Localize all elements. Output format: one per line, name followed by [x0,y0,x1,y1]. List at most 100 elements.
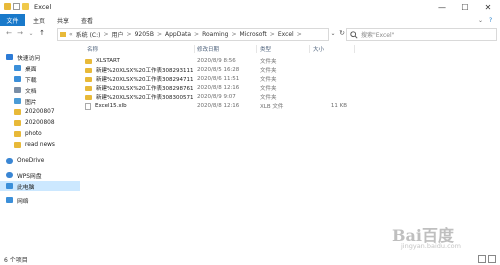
sidebar-item-onedrive[interactable]: OneDrive [0,156,80,166]
breadcrumb-separator[interactable]: > [127,31,132,38]
sidebar-item-20200808[interactable]: 20200808 [0,118,88,128]
minimize-button[interactable]: — [431,0,453,14]
picture-icon [14,98,21,104]
column-header-name[interactable]: 名称 [87,44,98,54]
sidebar-item-network[interactable]: 网络 [0,195,80,205]
folder-icon [60,32,66,37]
folder-icon [85,94,92,100]
file-name: 新建%20XLSX%20工作表30829876124... [96,86,193,92]
file-name-cell[interactable]: 新建%20XLSX%20工作表30829876124... [85,84,193,92]
expand-ribbon-button[interactable]: ⌄ [478,14,483,26]
navigation-pane: 快速访问 桌面 下载 文档 图片 20200807 20200808 photo… [0,42,80,252]
large-icons-view-button[interactable] [488,255,496,263]
sidebar-item-wps-drive[interactable]: WPS网盘 [0,170,80,180]
watermark-url: jingyan.baidu.com [401,242,461,250]
search-icon [350,30,358,39]
up-button[interactable]: ↑ [37,28,47,38]
breadcrumb-microsoft[interactable]: Microsoft [239,31,266,38]
desktop-icon [14,65,21,71]
breadcrumb-roaming[interactable]: Roaming [202,31,228,38]
breadcrumb-separator[interactable]: > [270,31,275,38]
tab-file[interactable]: 文件 [0,14,25,26]
close-button[interactable]: ✕ [477,0,499,14]
search-box[interactable]: 搜索"Excel" [346,28,497,41]
sidebar-item-quick-access[interactable]: 快速访问 [0,52,80,62]
file-type: 文件夹 [260,68,277,74]
help-button[interactable]: ? [489,14,492,26]
folder-icon [4,3,11,10]
file-date: 2020/8/5 16:28 [197,67,240,73]
column-header-size[interactable]: 大小 [313,44,324,54]
sidebar-item-read-news[interactable]: read news [0,140,88,150]
maximize-button[interactable]: ☐ [454,0,476,14]
file-name-cell[interactable]: 新建%20XLSX%20工作表30830057176... [85,93,193,101]
folder-icon [14,120,21,126]
breadcrumb-separator[interactable]: > [231,31,236,38]
sidebar-item-label: 网络 [17,198,29,205]
file-name-cell[interactable]: Excel15.xlb [85,102,193,110]
recent-locations-button[interactable]: ⌄ [26,28,36,38]
sidebar-item-label: WPS网盘 [17,173,42,180]
column-header-date[interactable]: 修改日期 [197,44,219,54]
document-icon [14,87,21,93]
column-divider[interactable] [309,45,310,53]
breadcrumb-drive[interactable]: 系统 (C:) [76,30,101,39]
details-view-button[interactable] [478,255,486,263]
address-prefix[interactable]: « [69,31,73,38]
new-folder-icon[interactable] [22,3,29,10]
file-name: 新建%20XLSX%20工作表30830057176... [96,95,193,101]
star-icon [6,54,13,60]
file-type: 文件夹 [260,95,277,101]
cloud-icon [6,158,13,164]
item-count: 6 个项目 [4,257,28,264]
file-date: 2020/8/9 8:56 [197,58,236,64]
column-header-type[interactable]: 类型 [260,44,271,54]
sidebar-item-label: OneDrive [17,158,45,164]
breadcrumb-separator[interactable]: > [297,31,302,38]
sidebar-item-this-pc[interactable]: 此电脑 [0,181,80,191]
breadcrumb-users[interactable]: 用户 [112,30,124,39]
folder-icon [14,142,21,148]
column-divider[interactable] [194,45,195,53]
breadcrumb-excel[interactable]: Excel [278,31,294,38]
file-row-folder-1[interactable]: 新建%20XLSX%20工作表30829311172... 2020/8/5 1… [74,66,354,74]
file-size [313,66,347,74]
address-bar[interactable]: « 系统 (C:) > 用户 > 9205B > AppData > Roami… [57,28,329,41]
tab-view[interactable]: 查看 [81,14,93,26]
column-divider[interactable] [354,45,355,53]
file-size [313,93,347,101]
sidebar-item-label: 20200807 [25,109,55,115]
folder-icon [85,76,92,82]
file-row-xlstart[interactable]: XLSTART 2020/8/9 8:56 文件夹 [74,57,354,65]
sidebar-item-label: 20200808 [25,120,55,126]
file-row-excel15-xlb[interactable]: Excel15.xlb 2020/8/8 12:16 XLB 文件 11 KB [74,102,354,110]
file-row-folder-4[interactable]: 新建%20XLSX%20工作表30830057176... 2020/8/9 9… [74,93,354,101]
file-type: 文件夹 [260,59,277,65]
window-title: Excel [34,3,52,11]
breadcrumb-separator[interactable]: > [194,31,199,38]
breadcrumb-appdata[interactable]: AppData [165,31,191,38]
file-row-folder-2[interactable]: 新建%20XLSX%20工作表30829471114... 2020/8/6 1… [74,75,354,83]
breadcrumb-separator[interactable]: > [157,31,162,38]
file-row-folder-3[interactable]: 新建%20XLSX%20工作表30829876124... 2020/8/8 1… [74,84,354,92]
properties-icon[interactable] [13,3,20,10]
sidebar-item-label: photo [25,131,42,137]
breadcrumb-user[interactable]: 9205B [135,31,154,38]
file-size [313,84,347,92]
file-name-cell[interactable]: 新建%20XLSX%20工作表30829311172... [85,66,193,74]
status-bar [0,254,500,265]
sidebar-item-photo[interactable]: photo [0,129,88,139]
column-divider[interactable] [256,45,257,53]
tab-share[interactable]: 共享 [57,14,69,26]
sidebar-item-label: 下载 [25,77,37,84]
file-size [313,75,347,83]
back-button[interactable]: ← [4,28,14,38]
cloud-icon [6,172,13,178]
file-type: XLB 文件 [260,104,284,110]
breadcrumb-separator[interactable]: > [103,31,108,38]
search-placeholder: 搜索"Excel" [361,32,395,39]
tab-home[interactable]: 主页 [33,14,45,26]
file-name-cell[interactable]: XLSTART [85,57,193,65]
forward-button[interactable]: → [15,28,25,38]
file-name-cell[interactable]: 新建%20XLSX%20工作表30829471114... [85,75,193,83]
